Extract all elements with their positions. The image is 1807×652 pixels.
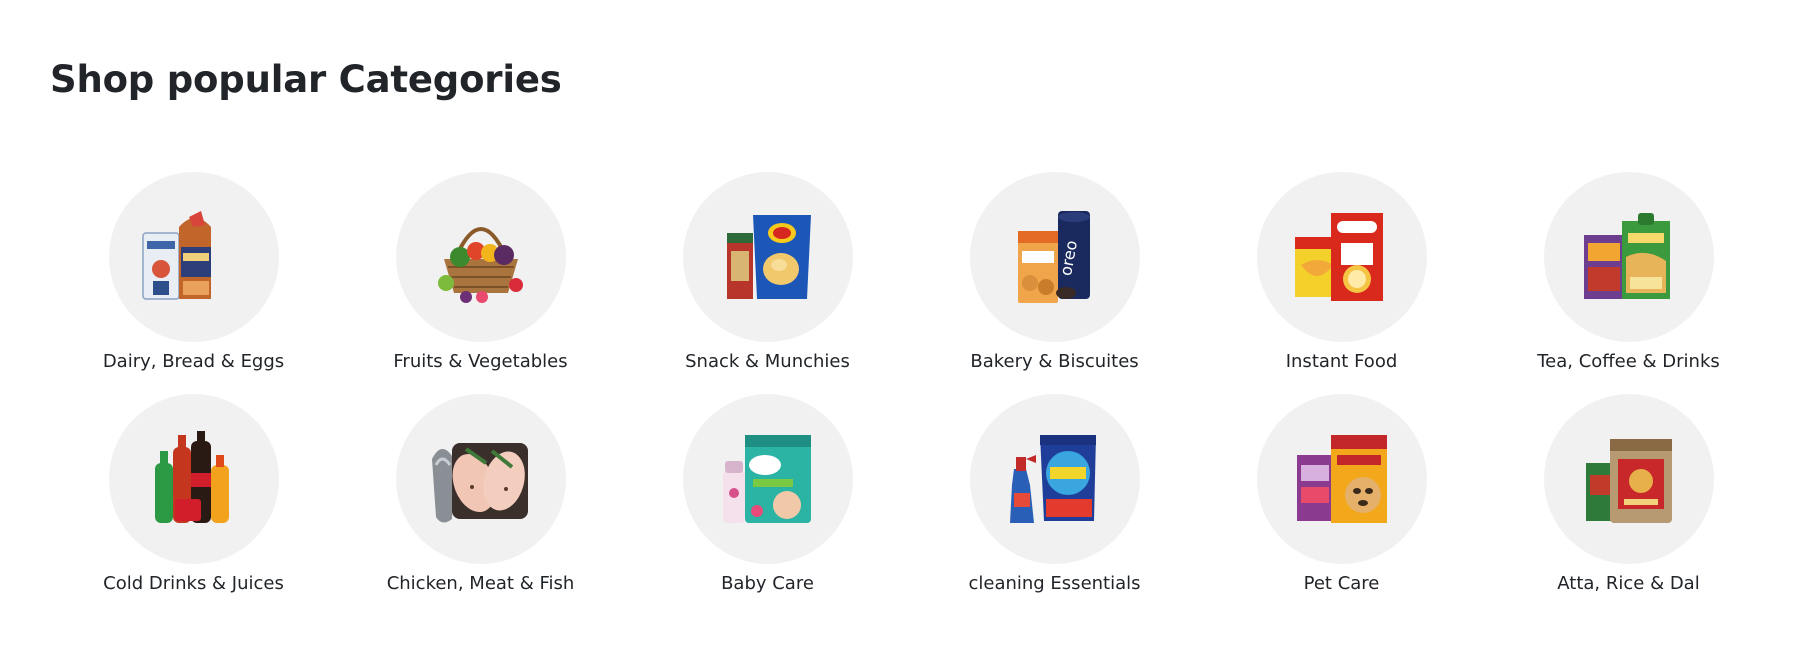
diaper-pack-icon bbox=[722, 435, 811, 523]
category-grid: Dairy, Bread & Eggs Fruits & Vegetables … bbox=[50, 172, 1750, 616]
category-image[interactable] bbox=[1543, 172, 1714, 342]
category-dairy-bread-eggs[interactable]: Dairy, Bread & Eggs bbox=[50, 172, 337, 394]
category-atta-rice-dal[interactable]: Atta, Rice & Dal bbox=[1485, 394, 1772, 616]
category-section: Shop popular Categories Dairy, Bread & E… bbox=[0, 0, 1807, 652]
chips-packet-icon bbox=[726, 215, 811, 299]
category-image[interactable] bbox=[1256, 394, 1427, 564]
category-snack-munchies[interactable]: Snack & Munchies bbox=[624, 172, 911, 394]
vegetable-basket-icon bbox=[437, 227, 523, 303]
category-image[interactable] bbox=[395, 394, 566, 564]
category-image[interactable] bbox=[682, 394, 853, 564]
category-pet-care[interactable]: Pet Care bbox=[1198, 394, 1485, 616]
category-tea-coffee-drinks[interactable]: Tea, Coffee & Drinks bbox=[1485, 172, 1772, 394]
category-image[interactable]: oreo bbox=[969, 172, 1140, 342]
category-fruits-vegetables[interactable]: Fruits & Vegetables bbox=[337, 172, 624, 394]
category-baby-care[interactable]: Baby Care bbox=[624, 394, 911, 616]
category-label: Fruits & Vegetables bbox=[393, 351, 568, 372]
chicken-fish-icon bbox=[431, 443, 528, 523]
pet-food-icon bbox=[1296, 435, 1387, 523]
category-label: Bakery & Biscuites bbox=[970, 351, 1139, 372]
rice-bag-icon bbox=[1585, 439, 1672, 523]
biscuit-pack-icon: oreo bbox=[1017, 211, 1090, 303]
category-label: Tea, Coffee & Drinks bbox=[1537, 351, 1720, 372]
soda-bottles-icon bbox=[154, 431, 229, 523]
category-image[interactable] bbox=[969, 394, 1140, 564]
category-label: Atta, Rice & Dal bbox=[1557, 573, 1700, 594]
category-cold-drinks-juices[interactable]: Cold Drinks & Juices bbox=[50, 394, 337, 616]
category-image[interactable] bbox=[1543, 394, 1714, 564]
category-label: Cold Drinks & Juices bbox=[103, 573, 284, 594]
category-image[interactable] bbox=[108, 394, 279, 564]
category-label: cleaning Essentials bbox=[968, 573, 1141, 594]
noodles-cereal-icon bbox=[1294, 213, 1383, 301]
category-label: Pet Care bbox=[1303, 573, 1380, 594]
category-label: Snack & Munchies bbox=[685, 351, 850, 372]
category-label: Chicken, Meat & Fish bbox=[386, 573, 575, 594]
category-label: Baby Care bbox=[721, 573, 814, 594]
category-image[interactable] bbox=[682, 172, 853, 342]
category-label: Dairy, Bread & Eggs bbox=[102, 351, 285, 372]
category-instant-food[interactable]: Instant Food bbox=[1198, 172, 1485, 394]
bread-milk-icon bbox=[141, 211, 211, 300]
category-chicken-meat-fish[interactable]: Chicken, Meat & Fish bbox=[337, 394, 624, 616]
category-image[interactable] bbox=[108, 172, 279, 342]
detergent-icon bbox=[1009, 435, 1096, 523]
category-label: Instant Food bbox=[1285, 351, 1398, 372]
category-image[interactable] bbox=[395, 172, 566, 342]
category-bakery-biscuites[interactable]: oreo Bakery & Biscuites bbox=[911, 172, 1198, 394]
category-cleaning-essentials[interactable]: cleaning Essentials bbox=[911, 394, 1198, 616]
category-image[interactable] bbox=[1256, 172, 1427, 342]
tea-pack-icon bbox=[1583, 213, 1670, 299]
section-title: Shop popular Categories bbox=[50, 58, 562, 101]
